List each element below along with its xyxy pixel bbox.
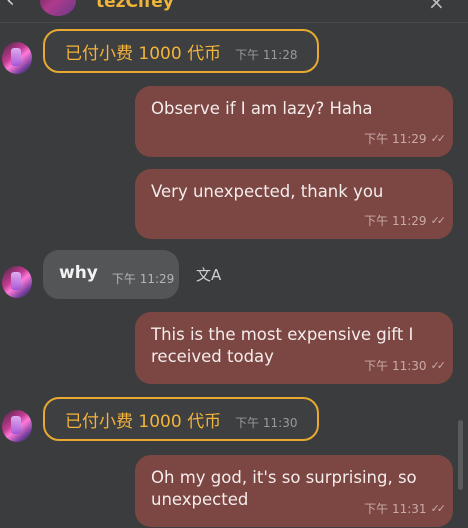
message-time: 下午 11:30 xyxy=(235,415,298,430)
double-check-icon: ✓✓ xyxy=(430,214,447,227)
incoming-message[interactable]: why 下午 11:29 xyxy=(43,250,179,299)
message-text: Very unexpected, thank you xyxy=(151,182,384,201)
outgoing-message[interactable]: This is the most expensive gift I receiv… xyxy=(135,312,453,384)
avatar[interactable] xyxy=(2,410,32,442)
message-text: why xyxy=(59,262,98,283)
scrollbar[interactable] xyxy=(458,420,463,490)
double-check-icon: ✓✓ xyxy=(430,132,447,145)
close-icon[interactable]: × xyxy=(428,0,445,14)
outgoing-message[interactable]: Oh my god, it's so surprising, so unexpe… xyxy=(135,455,453,527)
avatar[interactable] xyxy=(2,42,32,74)
message-meta: 下午 11:29 ✓✓ xyxy=(364,130,447,147)
chat-header: ‹ tezCifey × xyxy=(0,0,468,23)
message-meta: 下午 11:31 ✓✓ xyxy=(364,500,447,517)
double-check-icon: ✓✓ xyxy=(430,502,447,515)
gift-message: 已付小费 1000 代币 下午 11:30 xyxy=(43,397,319,441)
header-avatar[interactable] xyxy=(40,0,76,16)
avatar[interactable] xyxy=(2,266,32,298)
message-time: 下午 11:30 xyxy=(364,359,427,373)
message-time: 下午 11:29 xyxy=(364,214,427,228)
double-check-icon: ✓✓ xyxy=(430,359,447,372)
message-time: 下午 11:31 xyxy=(364,502,427,516)
chevron-left-icon[interactable]: ‹ xyxy=(6,0,15,13)
gift-message: 已付小费 1000 代币 下午 11:28 xyxy=(43,29,319,73)
message-text: Observe if I am lazy? Haha xyxy=(151,99,373,118)
message-meta: 下午 11:29 ✓✓ xyxy=(364,212,447,229)
outgoing-message[interactable]: Very unexpected, thank you 下午 11:29 ✓✓ xyxy=(135,169,453,239)
gift-text: 已付小费 1000 代币 xyxy=(65,411,222,432)
outgoing-message[interactable]: Observe if I am lazy? Haha 下午 11:29 ✓✓ xyxy=(135,86,453,157)
message-time: 下午 11:29 xyxy=(111,272,175,286)
gift-text: 已付小费 1000 代币 xyxy=(65,43,222,64)
message-time: 下午 11:29 xyxy=(364,132,427,146)
translate-icon[interactable]: 文A xyxy=(196,264,221,285)
message-meta: 下午 11:30 ✓✓ xyxy=(364,357,447,374)
message-time: 下午 11:28 xyxy=(235,47,298,62)
chat-title[interactable]: tezCifey xyxy=(96,0,174,12)
